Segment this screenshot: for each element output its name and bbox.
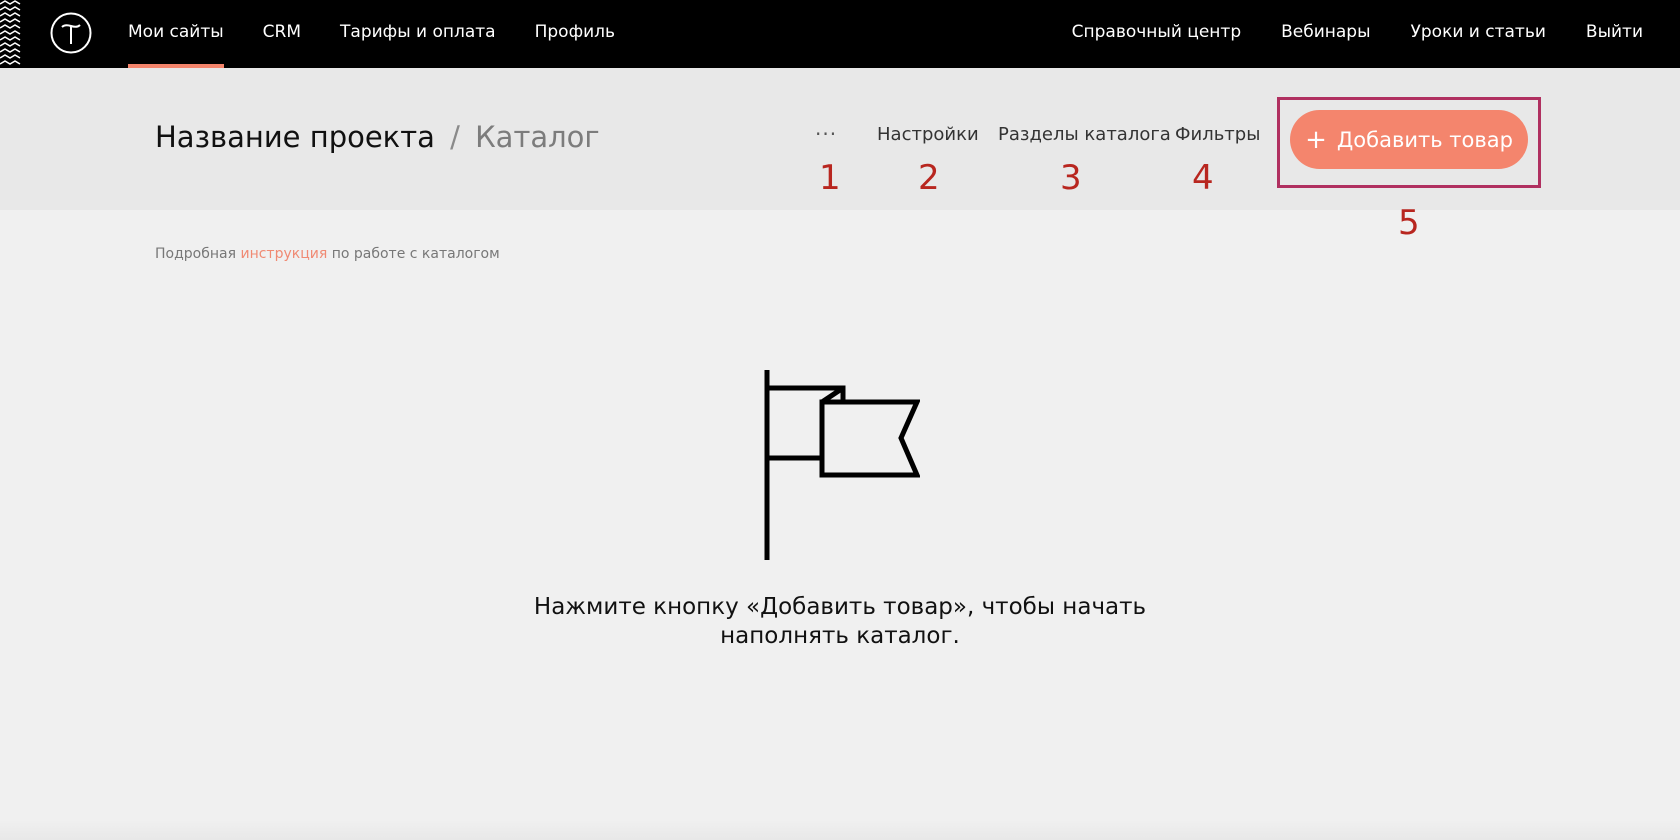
instruction-text: Подробная инструкция по работе с каталог… [155, 246, 500, 262]
annotation-number: 5 [1398, 203, 1420, 243]
instruction-prefix: Подробная [155, 246, 237, 262]
nav-webinars[interactable]: Вебинары [1281, 0, 1370, 68]
breadcrumb: Название проекта / Каталог [155, 120, 600, 154]
nav-tariffs[interactable]: Тарифы и оплата [340, 0, 496, 68]
zigzag-decoration [0, 0, 21, 65]
add-product-button[interactable]: + Добавить товар [1290, 110, 1528, 169]
annotation-number: 2 [918, 158, 940, 198]
breadcrumb-separator: / [450, 120, 460, 154]
tilda-logo[interactable] [50, 12, 92, 54]
settings-link[interactable]: Настройки [877, 124, 979, 145]
secondary-nav: Справочный центр Вебинары Уроки и статьи… [1032, 0, 1643, 68]
breadcrumb-project[interactable]: Название проекта [155, 120, 435, 154]
nav-profile[interactable]: Профиль [535, 0, 615, 68]
instruction-link[interactable]: инструкция [240, 246, 327, 262]
nav-crm[interactable]: CRM [263, 0, 301, 68]
empty-state-line-2: наполнять каталог. [720, 623, 960, 649]
plus-icon: + [1305, 124, 1327, 155]
top-navigation-bar: Мои сайты CRM Тарифы и оплата Профиль Сп… [0, 0, 1680, 68]
catalog-sections-link[interactable]: Разделы каталога [998, 124, 1171, 145]
empty-state-line-1: Нажмите кнопку «Добавить товар», чтобы н… [533, 594, 1147, 620]
breadcrumb-current: Каталог [475, 120, 600, 154]
primary-nav: Мои сайты CRM Тарифы и оплата Профиль [128, 0, 654, 68]
filters-link[interactable]: Фильтры [1175, 124, 1260, 145]
empty-state-message: Нажмите кнопку «Добавить товар», чтобы н… [490, 593, 1190, 651]
bottom-shade [0, 820, 1680, 840]
more-menu-button[interactable]: ··· [815, 122, 837, 146]
add-product-label: Добавить товар [1336, 127, 1513, 152]
annotation-number: 4 [1192, 158, 1214, 198]
nav-my-sites[interactable]: Мои сайты [128, 0, 224, 68]
nav-logout[interactable]: Выйти [1586, 0, 1643, 68]
annotation-number: 3 [1060, 158, 1082, 198]
annotation-number: 1 [819, 158, 841, 198]
nav-lessons[interactable]: Уроки и статьи [1411, 0, 1546, 68]
instruction-suffix: по работе с каталогом [331, 246, 500, 262]
nav-help-center[interactable]: Справочный центр [1072, 0, 1242, 68]
flag-icon [764, 370, 920, 560]
